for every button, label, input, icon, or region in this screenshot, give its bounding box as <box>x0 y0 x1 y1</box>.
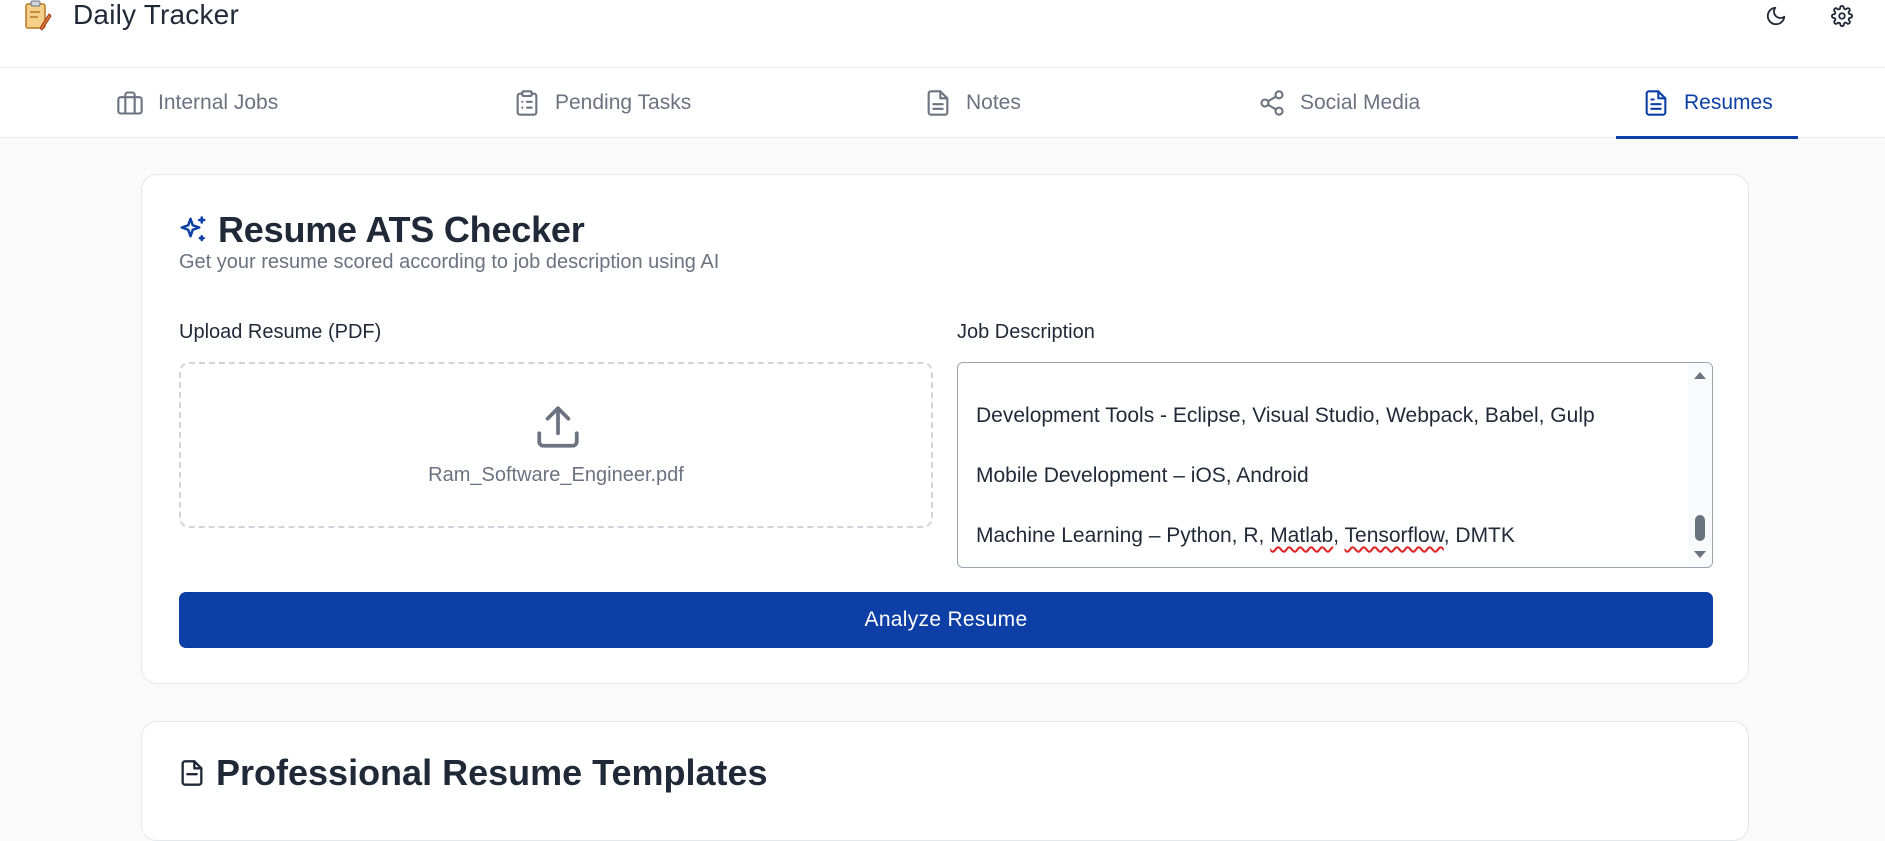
job-description-label: Job Description <box>957 321 1095 343</box>
sparkles-icon <box>180 216 206 242</box>
scroll-down-arrow-icon[interactable] <box>1693 549 1707 561</box>
card-title: Professional Resume Templates <box>216 752 768 793</box>
tab-internal-jobs[interactable]: Internal Jobs <box>90 68 304 138</box>
briefcase-icon <box>117 91 143 115</box>
app-header: Daily Tracker <box>0 0 1885 68</box>
tab-label: Resumes <box>1684 91 1773 114</box>
jd-line: Mobile Development – iOS, Android <box>976 464 1309 487</box>
jd-line: Development Tools - Eclipse, Visual Stud… <box>976 404 1595 427</box>
jd-line: Machine Learning – Python, R, Matlab, Te… <box>976 524 1515 547</box>
resume-templates-card: Professional Resume Templates <box>141 721 1749 841</box>
tab-label: Internal Jobs <box>158 91 279 114</box>
jd-line: Redux <box>976 363 1682 371</box>
upload-label: Upload Resume (PDF) <box>179 321 382 343</box>
tab-label: Social Media <box>1300 91 1421 114</box>
app-title: Daily Tracker <box>73 0 239 30</box>
moon-icon <box>1766 6 1786 26</box>
upload-icon <box>533 402 583 452</box>
tab-social-media[interactable]: Social Media <box>1232 68 1446 138</box>
settings-button[interactable] <box>1829 3 1855 29</box>
job-description-text: Redux Development Tools - Eclipse, Visua… <box>976 363 1682 567</box>
clipboard-pencil-icon <box>22 0 52 32</box>
card-header: Professional Resume Templates <box>178 752 768 794</box>
gear-icon <box>1831 5 1853 27</box>
tab-notes[interactable]: Notes <box>898 68 1047 138</box>
document-icon <box>927 90 949 116</box>
tab-label: Notes <box>966 91 1021 114</box>
document-icon <box>181 760 203 786</box>
scroll-thumb[interactable] <box>1695 515 1705 541</box>
uploaded-file-name: Ram_Software_Engineer.pdf <box>428 464 684 486</box>
ats-checker-card: Resume ATS Checker Get your resume score… <box>141 174 1749 684</box>
resume-upload-dropzone[interactable]: Ram_Software_Engineer.pdf <box>179 362 933 528</box>
tab-resumes[interactable]: Resumes <box>1616 68 1798 139</box>
card-title: Resume ATS Checker <box>218 209 585 250</box>
card-subtitle: Get your resume scored according to job … <box>179 251 720 273</box>
job-description-textarea[interactable]: Redux Development Tools - Eclipse, Visua… <box>957 362 1713 568</box>
tab-bar: Internal Jobs Pending Tasks Notes Social… <box>0 68 1885 139</box>
clipboard-list-icon <box>516 90 538 116</box>
document-text-icon <box>1645 90 1667 116</box>
card-header: Resume ATS Checker <box>178 209 585 251</box>
scroll-up-arrow-icon[interactable] <box>1693 369 1707 381</box>
tab-label: Pending Tasks <box>555 91 692 114</box>
tab-pending-tasks[interactable]: Pending Tasks <box>487 68 717 138</box>
jd-scrollbar[interactable] <box>1688 363 1712 567</box>
analyze-resume-button[interactable]: Analyze Resume <box>179 592 1713 648</box>
share-icon <box>1260 90 1284 116</box>
theme-toggle-button[interactable] <box>1763 3 1789 29</box>
